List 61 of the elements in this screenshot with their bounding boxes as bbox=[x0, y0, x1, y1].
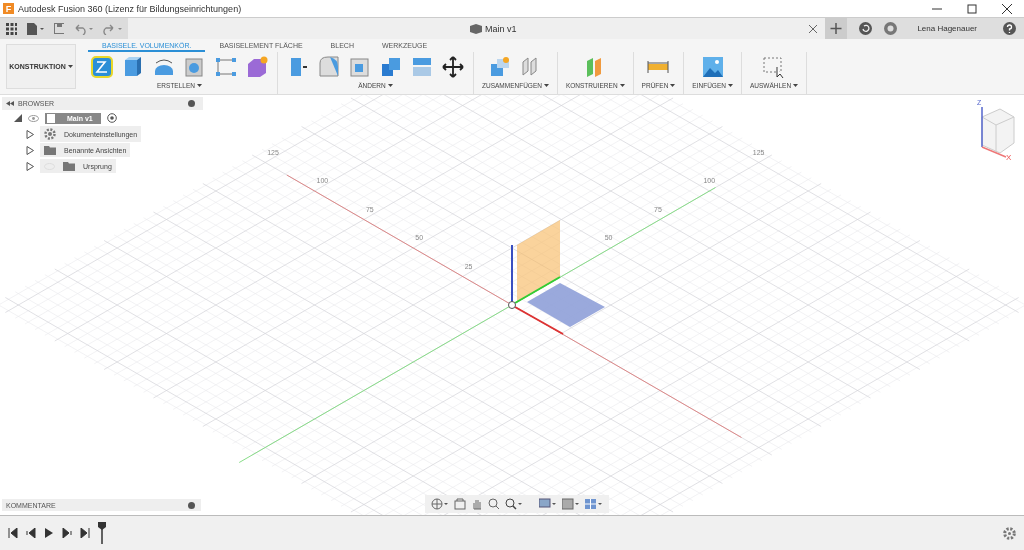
file-icon[interactable] bbox=[27, 22, 45, 35]
sketch-icon[interactable] bbox=[90, 55, 114, 79]
caret-icon bbox=[670, 84, 676, 87]
zoom-icon[interactable] bbox=[488, 498, 500, 510]
window-title: Autodesk Fusion 360 (Lizenz für Bildungseinrichtungen) bbox=[18, 3, 242, 14]
move-icon[interactable] bbox=[441, 55, 465, 79]
expand-triangle-icon[interactable] bbox=[14, 114, 22, 122]
pattern-icon[interactable] bbox=[214, 55, 238, 79]
form-icon[interactable] bbox=[245, 55, 269, 79]
zoom-window-icon[interactable] bbox=[505, 498, 523, 510]
axis-letter: X bbox=[1006, 153, 1012, 162]
caret-icon bbox=[67, 65, 73, 68]
dot-icon[interactable] bbox=[188, 100, 195, 107]
image-icon[interactable] bbox=[700, 55, 725, 79]
help-icon[interactable] bbox=[1003, 22, 1016, 35]
caret-icon bbox=[793, 84, 799, 87]
collapse-icon[interactable] bbox=[6, 101, 14, 106]
play-icon[interactable] bbox=[44, 528, 54, 538]
caret-icon bbox=[196, 84, 202, 87]
cube-icon bbox=[470, 23, 482, 34]
fillet-icon[interactable] bbox=[317, 55, 341, 79]
app-logo: F bbox=[3, 3, 14, 14]
step-back-icon[interactable] bbox=[26, 528, 36, 538]
undo-icon[interactable] bbox=[74, 22, 94, 35]
combine-icon[interactable] bbox=[379, 55, 403, 79]
shell-icon[interactable] bbox=[348, 55, 372, 79]
caret-icon bbox=[543, 84, 549, 87]
folder-icon bbox=[63, 161, 75, 171]
display-icon[interactable] bbox=[539, 498, 557, 510]
close-icon[interactable] bbox=[1002, 3, 1012, 14]
caret-icon bbox=[619, 84, 625, 87]
folder-icon bbox=[44, 145, 56, 155]
skip-start-icon[interactable] bbox=[8, 528, 18, 538]
orbit-icon[interactable] bbox=[431, 498, 449, 510]
eye-icon[interactable] bbox=[28, 114, 39, 122]
refresh-icon[interactable] bbox=[859, 22, 873, 35]
origin-point[interactable] bbox=[508, 301, 516, 309]
viewports-icon[interactable] bbox=[585, 498, 603, 510]
timeline-marker-icon[interactable] bbox=[98, 522, 106, 544]
radio-icon[interactable] bbox=[106, 113, 117, 123]
save-icon[interactable] bbox=[54, 23, 65, 34]
caret-icon bbox=[387, 84, 393, 87]
redo-icon[interactable] bbox=[103, 22, 122, 35]
document-tab[interactable]: Main v1 bbox=[470, 23, 517, 34]
maximize-icon[interactable] bbox=[967, 3, 977, 14]
user-name[interactable]: Lena Hagenauer bbox=[917, 24, 977, 33]
y-axis-line bbox=[514, 276, 561, 304]
pan-hand-icon[interactable] bbox=[471, 498, 483, 510]
caret-icon bbox=[727, 84, 733, 87]
skip-end-icon[interactable] bbox=[80, 528, 90, 538]
grid-menu-icon[interactable] bbox=[6, 22, 18, 35]
z-axis-line bbox=[511, 244, 513, 303]
x-axis-line bbox=[514, 306, 564, 335]
cube-drawing bbox=[981, 106, 1015, 158]
look-at-icon[interactable] bbox=[454, 498, 466, 510]
step-forward-icon[interactable] bbox=[62, 528, 72, 538]
new-tab-icon[interactable] bbox=[825, 18, 848, 39]
split-icon[interactable] bbox=[410, 55, 434, 79]
gear-icon bbox=[44, 128, 56, 140]
settings-icon[interactable] bbox=[1003, 526, 1016, 540]
grid-icon[interactable] bbox=[562, 498, 580, 510]
